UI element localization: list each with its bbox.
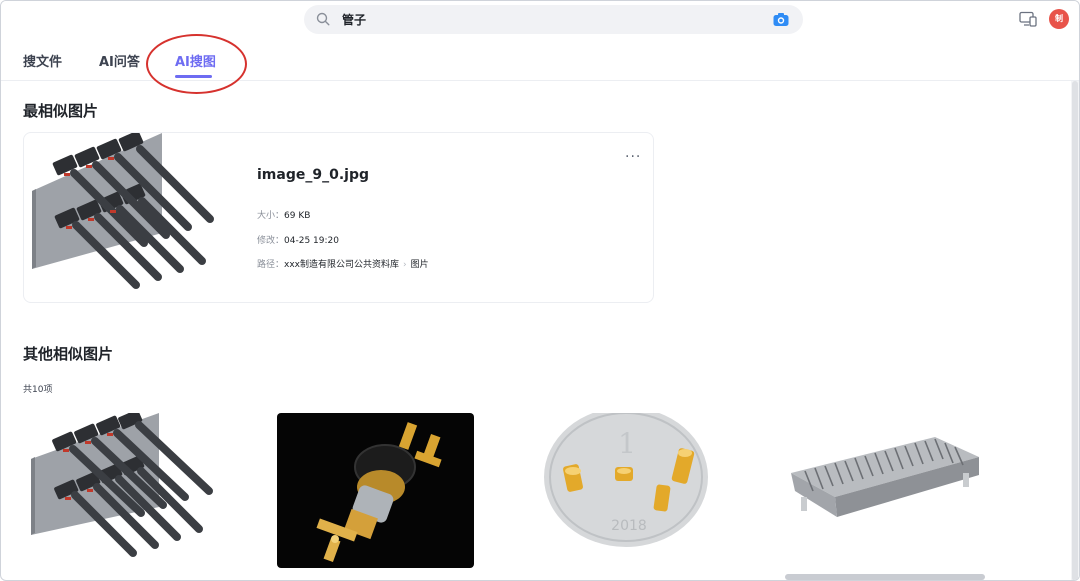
search-input[interactable]: 管子 xyxy=(342,11,366,28)
camera-search-icon[interactable] xyxy=(773,12,789,27)
path-folder-link[interactable]: 图片 xyxy=(411,260,429,270)
top-bar: 管子 制 xyxy=(1,1,1079,39)
best-match-title: 最相似图片 xyxy=(23,102,99,120)
device-switch-icon[interactable] xyxy=(1019,11,1037,27)
search-icon xyxy=(316,12,330,26)
cable-connector-image[interactable] xyxy=(24,133,224,303)
vertical-scrollbar[interactable] xyxy=(1071,81,1079,580)
result-count: 共10项 xyxy=(23,385,53,395)
file-path: 路径：xxx制造有限公司公共资料库 › 图片 xyxy=(257,260,429,270)
svg-text:1: 1 xyxy=(618,427,636,460)
other-matches-title: 其他相似图片 xyxy=(23,345,114,363)
horizontal-scrollbar[interactable] xyxy=(785,574,985,580)
avatar[interactable]: 制 xyxy=(1049,9,1069,29)
more-options-button[interactable]: ··· xyxy=(625,149,641,165)
search-bar[interactable]: 管子 xyxy=(304,5,803,34)
file-name[interactable]: image_9_0.jpg xyxy=(257,167,369,183)
tab-ai-qa[interactable]: AI问答 xyxy=(99,51,140,70)
annotation-circle xyxy=(146,34,247,94)
coin-connectors-image[interactable]: 1 2018 xyxy=(529,413,729,568)
app-window: 管子 制 搜文件 AI问答 AI搜图 最相似图片 ··· image_9_0.j… xyxy=(0,0,1080,581)
path-separator-icon: › xyxy=(403,260,407,270)
tab-search-files[interactable]: 搜文件 xyxy=(23,51,62,70)
file-size: 大小：69 KB xyxy=(257,211,311,221)
path-library-link[interactable]: xxx制造有限公司公共资料库 xyxy=(284,260,399,270)
board-connector-image[interactable] xyxy=(785,413,985,568)
coaxial-connector-image[interactable] xyxy=(277,413,474,568)
file-modified: 修改：04-25 19:20 xyxy=(257,236,339,246)
cable-connector-image[interactable] xyxy=(23,413,223,568)
svg-text:2018: 2018 xyxy=(611,518,647,534)
best-match-card[interactable]: ··· image_9_0.jpg 大小：69 KB 修改：04-25 19:2… xyxy=(23,132,654,303)
scrollbar-thumb[interactable] xyxy=(1072,81,1078,580)
